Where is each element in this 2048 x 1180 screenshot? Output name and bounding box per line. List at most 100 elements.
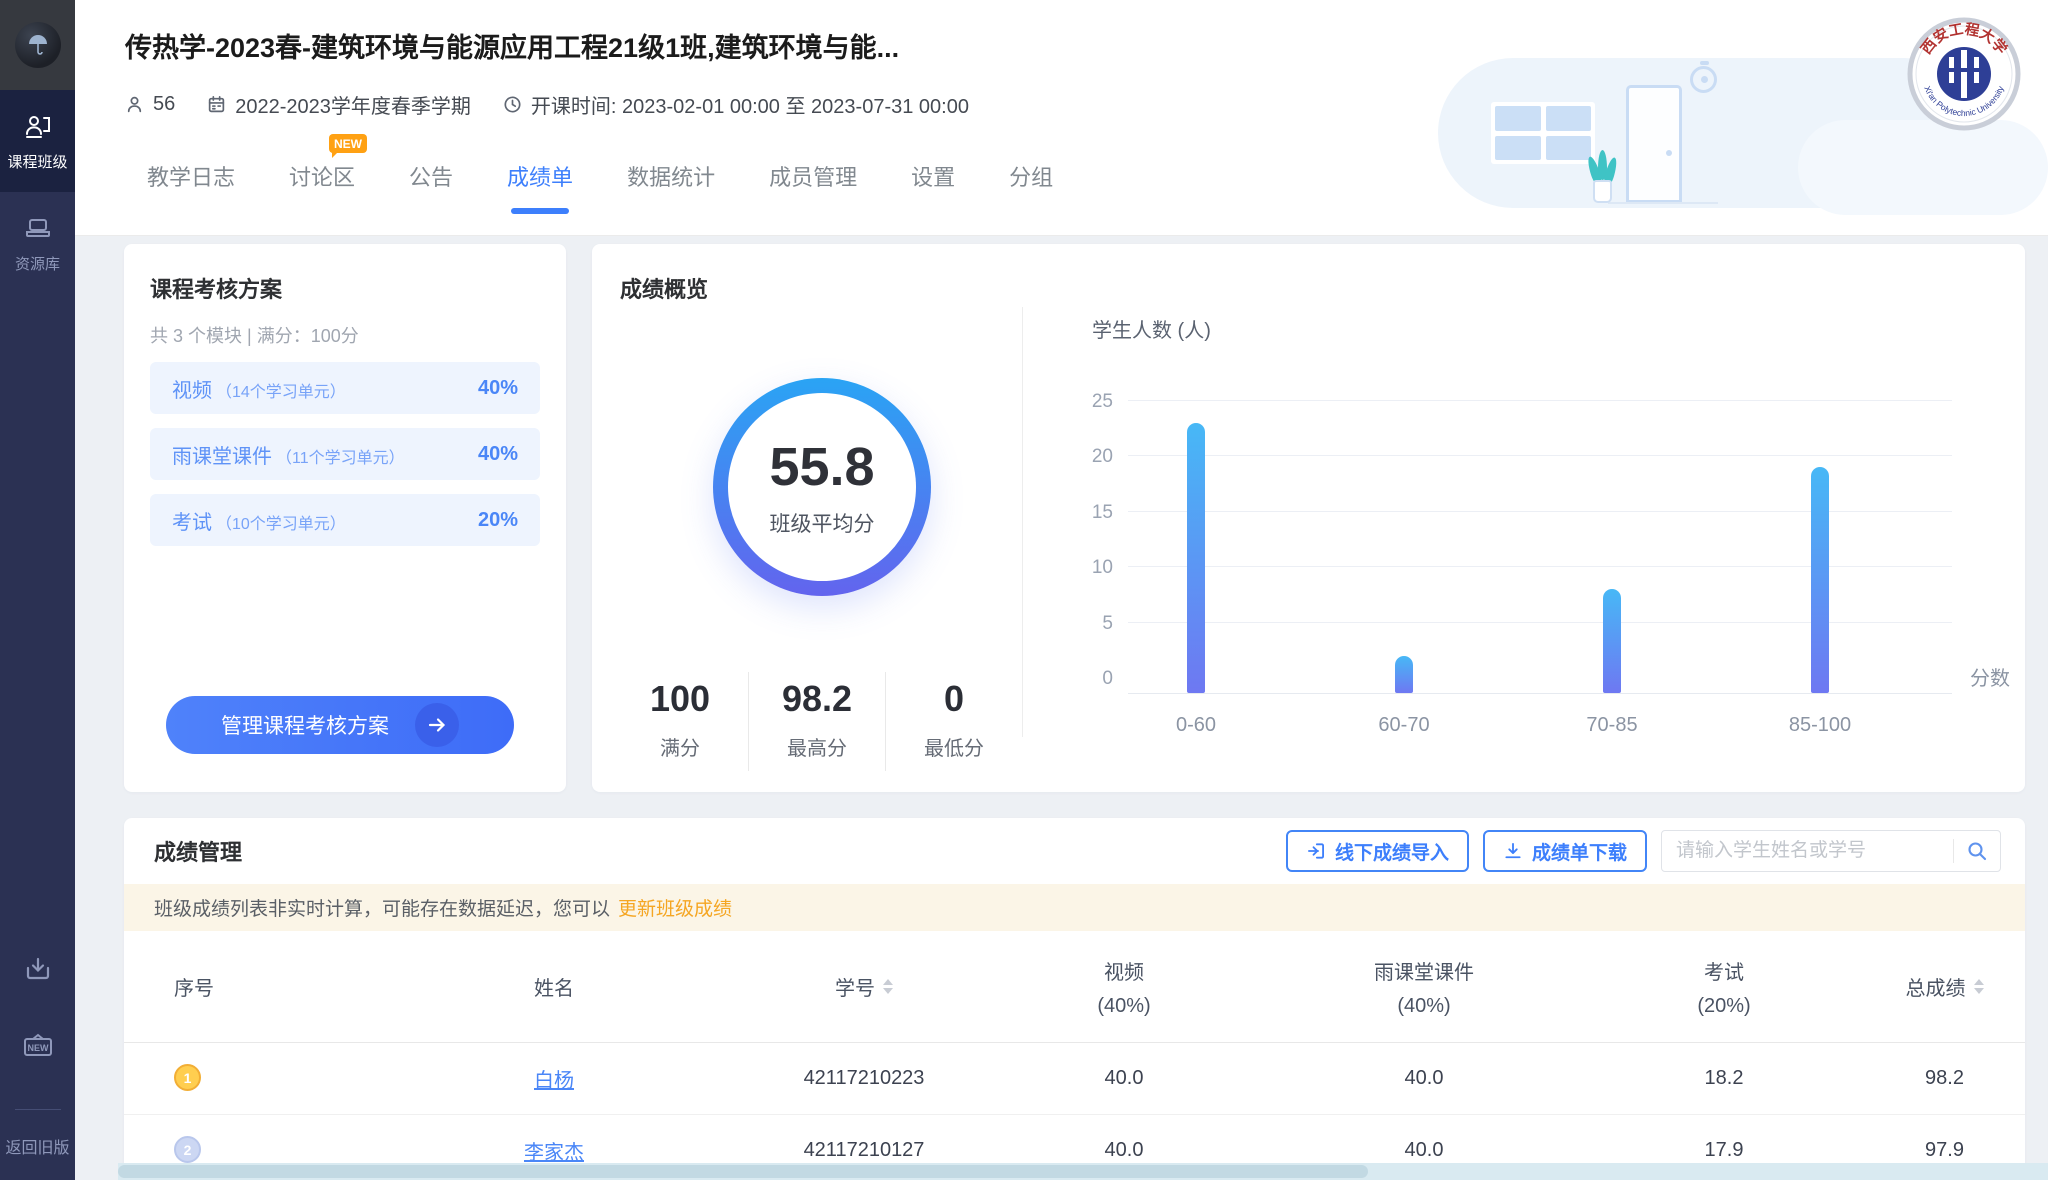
refresh-grades-link[interactable]: 更新班级成绩 bbox=[618, 894, 732, 921]
student-id: 42117210223 bbox=[744, 1067, 984, 1090]
avatar-block bbox=[0, 0, 75, 90]
tab-bar: 教学日志 讨论区NEW 公告 成绩单 数据统计 成员管理 设置 分组 bbox=[147, 160, 1053, 192]
download-icon bbox=[1503, 841, 1523, 861]
sidebar-item-course-class[interactable]: 课程班级 bbox=[0, 90, 75, 192]
student-search-box bbox=[1661, 830, 2001, 872]
user-avatar[interactable] bbox=[15, 22, 61, 68]
y-tick-label: 15 bbox=[1058, 502, 1113, 524]
arrow-right-icon bbox=[415, 703, 459, 747]
sidebar-divider bbox=[15, 1109, 61, 1110]
y-tick-label: 10 bbox=[1058, 557, 1113, 579]
class-average-label: 班级平均分 bbox=[770, 508, 875, 538]
y-tick-label: 20 bbox=[1058, 446, 1113, 468]
course-schedule: 开课时间: 2023-02-01 00:00 至 2023-07-31 00:0… bbox=[503, 90, 969, 119]
sidebar-bottom: NEW 返回旧版 bbox=[0, 953, 75, 1180]
gridline bbox=[1128, 455, 1952, 456]
y-tick-label: 25 bbox=[1058, 391, 1113, 413]
decor-blob bbox=[1438, 58, 1978, 208]
student-search-input[interactable] bbox=[1662, 840, 1953, 862]
total-sort[interactable]: 总成绩 bbox=[1906, 972, 1984, 1001]
import-icon bbox=[1306, 841, 1326, 861]
sidebar: 课程班级 资源库 NEW 返回旧版 bbox=[0, 0, 75, 1180]
offline-grades-import-button[interactable]: 线下成绩导入 bbox=[1286, 830, 1469, 872]
grades-table: 序号 姓名 学号 视频(40%) 雨课堂课件(40%) bbox=[124, 931, 2025, 1180]
tab-groups[interactable]: 分组 bbox=[1009, 160, 1053, 192]
grades-download-button[interactable]: 成绩单下载 bbox=[1483, 830, 1647, 872]
course-class-icon bbox=[23, 112, 53, 142]
total-score: 97.9 bbox=[1864, 1139, 2025, 1162]
stats-row: 100 满分 98.2 最高分 0 最低分 bbox=[612, 672, 1022, 771]
assessment-scheme-card: 课程考核方案 共 3 个模块 | 满分：100分 视频（14个学习单元） 40%… bbox=[124, 244, 566, 792]
new-badge: NEW bbox=[329, 134, 367, 153]
assessment-card-title: 课程考核方案 bbox=[150, 272, 540, 304]
x-tick-label: 0-60 bbox=[1126, 714, 1266, 737]
tab-discussion[interactable]: 讨论区NEW bbox=[289, 160, 355, 192]
chart-plot: 05101520250-6060-7070-8585-100 bbox=[1128, 402, 1952, 694]
stat-lowest-score: 0 最低分 bbox=[885, 672, 1022, 771]
calendar-icon bbox=[207, 95, 226, 114]
x-tick-label: 85-100 bbox=[1750, 714, 1890, 737]
col-total: 总成绩 bbox=[1864, 972, 2025, 1001]
tab-settings[interactable]: 设置 bbox=[911, 160, 955, 192]
module-row-courseware[interactable]: 雨课堂课件（11个学习单元） 40% bbox=[150, 428, 540, 480]
student-name-link[interactable]: 白杨 bbox=[534, 1070, 574, 1092]
col-rank: 序号 bbox=[124, 972, 364, 1001]
course-title: 传热学-2023春-建筑环境与能源应用工程21级1班,建筑环境与能... bbox=[125, 26, 899, 65]
overview-card-title: 成绩概览 bbox=[620, 272, 1997, 304]
tab-statistics[interactable]: 数据统计 bbox=[627, 160, 715, 192]
rank-1-medal-icon: 1 bbox=[174, 1064, 364, 1091]
sort-caret-icon bbox=[883, 979, 893, 994]
main: 西安工程大学 Xi'an Polytechnic University 传热学-… bbox=[75, 0, 2048, 1180]
search-button[interactable] bbox=[1954, 831, 2000, 871]
tab-announcement[interactable]: 公告 bbox=[409, 160, 453, 192]
module-row-exam[interactable]: 考试（10个学习单元） 20% bbox=[150, 494, 540, 546]
grades-header: 成绩管理 线下成绩导入 成绩单下载 bbox=[124, 818, 2025, 884]
student-name-link[interactable]: 李家杰 bbox=[524, 1142, 584, 1164]
horizontal-scrollbar bbox=[118, 1163, 2048, 1180]
grades-actions: 线下成绩导入 成绩单下载 bbox=[1286, 830, 2001, 872]
window-illustration bbox=[1491, 102, 1595, 164]
sidebar-item-label: 课程班级 bbox=[7, 151, 67, 172]
courseware-score: 40.0 bbox=[1264, 1067, 1584, 1090]
col-name: 姓名 bbox=[364, 972, 744, 1001]
grades-card-title: 成绩管理 bbox=[154, 835, 242, 867]
tab-members[interactable]: 成员管理 bbox=[769, 160, 857, 192]
grades-management-card: 成绩管理 线下成绩导入 成绩单下载 bbox=[124, 818, 2025, 1180]
exam-score: 17.9 bbox=[1584, 1139, 1864, 1162]
module-weight: 40% bbox=[478, 377, 518, 400]
umbrella-icon bbox=[25, 32, 51, 58]
section-divider bbox=[1022, 307, 1023, 737]
student-id-sort[interactable]: 学号 bbox=[835, 972, 893, 1001]
bar-70-85 bbox=[1603, 589, 1621, 693]
person-icon bbox=[125, 95, 144, 114]
student-count: 56 bbox=[125, 93, 175, 116]
grade-overview-card: 成绩概览 55.8 班级平均分 100 满分 98.2 最高分 bbox=[592, 244, 2025, 792]
sidebar-item-label: 资源库 bbox=[15, 253, 60, 274]
semester: 2022-2023学年度春季学期 bbox=[207, 90, 471, 119]
module-row-video[interactable]: 视频（14个学习单元） 40% bbox=[150, 362, 540, 414]
download-center-icon[interactable] bbox=[22, 953, 54, 985]
gridline bbox=[1128, 400, 1952, 401]
student-id: 42117210127 bbox=[744, 1139, 984, 1162]
search-icon bbox=[1966, 840, 1988, 862]
x-tick-label: 60-70 bbox=[1334, 714, 1474, 737]
sidebar-item-resource-library[interactable]: 资源库 bbox=[0, 192, 75, 294]
bar-85-100 bbox=[1811, 467, 1829, 693]
clock-icon bbox=[503, 95, 522, 114]
table-row: 1 白杨 42117210223 40.0 40.0 18.2 98.2 bbox=[124, 1043, 2025, 1115]
module-weight: 40% bbox=[478, 443, 518, 466]
tab-teaching-log[interactable]: 教学日志 bbox=[147, 160, 235, 192]
assessment-summary: 共 3 个模块 | 满分：100分 bbox=[150, 322, 540, 348]
ground-line bbox=[1608, 202, 1718, 204]
back-to-old-version-link[interactable]: 返回旧版 bbox=[5, 1134, 69, 1158]
resource-library-icon bbox=[23, 214, 53, 244]
svg-text:NEW: NEW bbox=[27, 1043, 49, 1053]
content: 课程考核方案 共 3 个模块 | 满分：100分 视频（14个学习单元） 40%… bbox=[75, 236, 2048, 1180]
decor-blob bbox=[1798, 120, 2048, 215]
whats-new-icon[interactable]: NEW bbox=[19, 1031, 57, 1063]
horizontal-scrollbar-thumb[interactable] bbox=[118, 1165, 1368, 1178]
tab-grades[interactable]: 成绩单 bbox=[507, 160, 573, 192]
y-tick-label: 0 bbox=[1058, 668, 1113, 690]
manage-assessment-button[interactable]: 管理课程考核方案 bbox=[166, 696, 514, 754]
grades-notice-bar: 班级成绩列表非实时计算，可能存在数据延迟，您可以 更新班级成绩 bbox=[124, 884, 2025, 931]
